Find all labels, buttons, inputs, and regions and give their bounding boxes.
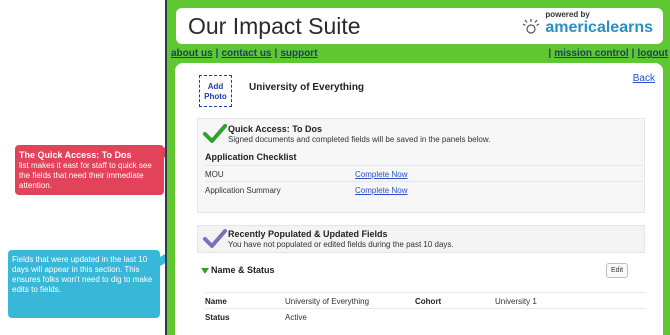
callout-quick-access-title: The Quick Access: To Dos bbox=[19, 150, 132, 160]
add-photo-button[interactable]: Add Photo bbox=[199, 75, 232, 107]
nav-mission-control-link[interactable]: mission control bbox=[554, 48, 628, 59]
field-row: Status Active bbox=[205, 308, 645, 324]
field-value: University of Everything bbox=[285, 297, 370, 306]
main-content: Add Photo University of Everything Back … bbox=[175, 63, 663, 335]
nav-about-link[interactable]: about us bbox=[171, 48, 213, 59]
field-value: University 1 bbox=[495, 297, 537, 306]
organization-name: University of Everything bbox=[249, 82, 365, 93]
recent-fields-subtitle: You have not populated or edited fields … bbox=[228, 240, 454, 249]
nav-support-link[interactable]: support bbox=[280, 48, 317, 59]
field-label: Name bbox=[205, 297, 227, 306]
checklist-item-name: MOU bbox=[205, 170, 224, 179]
sun-logo-icon bbox=[523, 19, 540, 34]
callout-quick-access-text: list makes it east for staff to quick se… bbox=[19, 161, 152, 190]
nav-separator: | bbox=[274, 48, 278, 59]
field-label: Cohort bbox=[415, 297, 442, 306]
complete-now-link[interactable]: Complete Now bbox=[355, 186, 407, 195]
app-header: Our Impact Suite powered by americalearn… bbox=[176, 8, 663, 44]
quick-access-subtitle: Signed documents and completed fields wi… bbox=[228, 135, 491, 144]
name-status-heading[interactable]: Name & Status bbox=[211, 265, 275, 275]
top-nav: about us | contact us | support | mission con… bbox=[167, 48, 670, 62]
nav-separator: | bbox=[631, 48, 635, 59]
quick-access-panel: Quick Access: To Dos Signed documents an… bbox=[197, 118, 645, 213]
nav-contact-link[interactable]: contact us bbox=[221, 48, 271, 59]
checkmark-icon bbox=[203, 124, 227, 143]
quick-access-title: Quick Access: To Dos bbox=[228, 124, 323, 134]
brand-logo[interactable]: powered by americalearns bbox=[520, 10, 653, 38]
nav-separator: | bbox=[548, 48, 552, 59]
recent-fields-panel: Recently Populated & Updated Fields You … bbox=[197, 225, 645, 253]
checkmark-icon bbox=[203, 229, 227, 248]
application-checklist-heading: Application Checklist bbox=[205, 152, 297, 162]
app-title: Our Impact Suite bbox=[188, 13, 361, 39]
edit-button[interactable]: Edit bbox=[606, 263, 628, 278]
field-value: Active bbox=[285, 313, 307, 322]
checklist-row: Application Summary Complete Now bbox=[205, 181, 643, 197]
nav-logout-link[interactable]: logout bbox=[637, 48, 668, 59]
field-row: Name University of Everything Cohort Uni… bbox=[205, 292, 645, 308]
nav-separator: | bbox=[215, 48, 219, 59]
brand-name: americalearns bbox=[545, 19, 653, 36]
field-label: Status bbox=[205, 313, 230, 322]
callout-quick-access: The Quick Access: To Dos list makes it e… bbox=[15, 145, 164, 195]
checklist-item-name: Application Summary bbox=[205, 186, 281, 195]
back-link[interactable]: Back bbox=[633, 73, 655, 84]
collapse-triangle-icon[interactable] bbox=[201, 268, 209, 274]
complete-now-link[interactable]: Complete Now bbox=[355, 170, 407, 179]
checklist-row: MOU Complete Now bbox=[205, 165, 643, 181]
callout-recent-fields-text: Fields that were updated in the last 10 … bbox=[12, 255, 153, 294]
recent-fields-title: Recently Populated & Updated Fields bbox=[228, 229, 388, 239]
callout-recent-fields: Fields that were updated in the last 10 … bbox=[8, 250, 160, 318]
app-window: Our Impact Suite powered by americalearn… bbox=[165, 0, 670, 335]
